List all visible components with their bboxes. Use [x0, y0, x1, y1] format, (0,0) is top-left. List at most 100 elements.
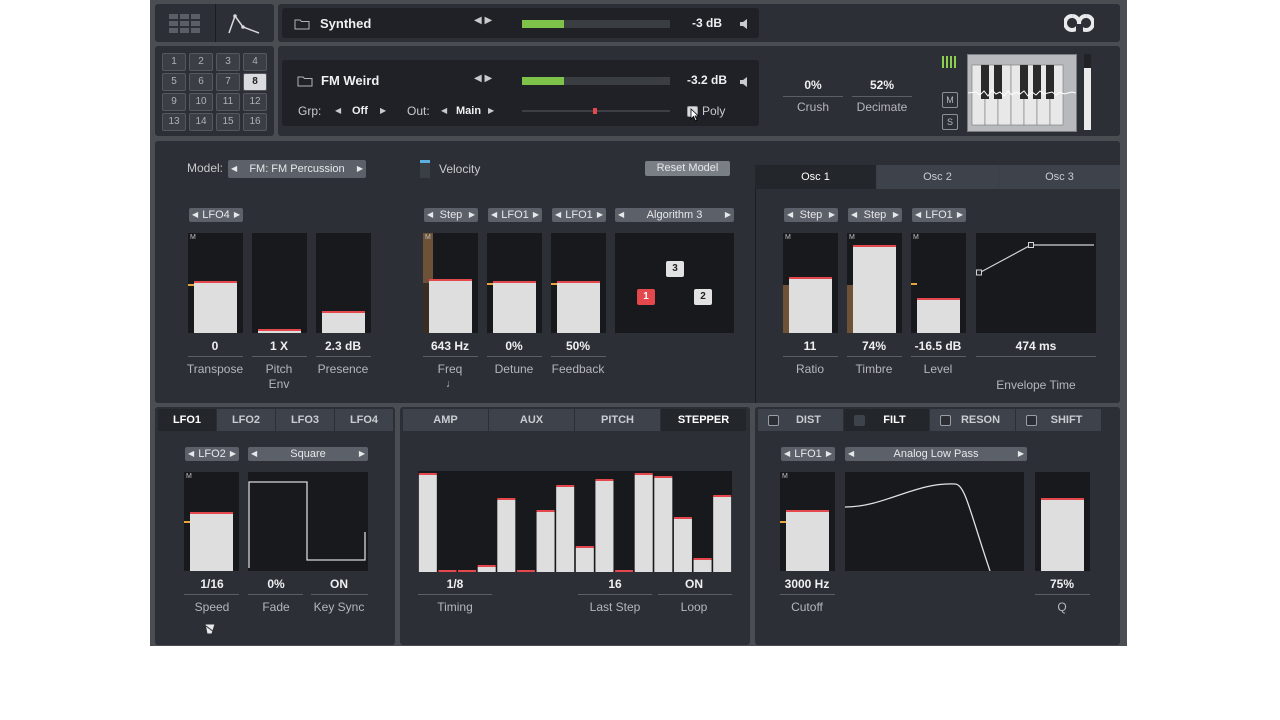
freq-mod-selector[interactable]: ◀ Step ▶ [424, 208, 478, 222]
transpose-value[interactable]: 0 [185, 339, 245, 353]
detune-mod-selector[interactable]: ◀ LFO1 ▶ [488, 208, 542, 222]
step-bar-15[interactable] [693, 560, 712, 572]
lfo-shape-display[interactable] [248, 472, 368, 571]
cutoff-slider[interactable]: M [780, 472, 835, 571]
pad-button-1[interactable]: 1 [162, 53, 186, 71]
step-bar-8[interactable] [556, 487, 575, 572]
tab-lfo1[interactable]: LFO1 [158, 409, 216, 431]
instrument-folder-icon[interactable] [297, 74, 313, 92]
model-selector[interactable]: ◀ FM: FM Percussion ▶ [228, 160, 366, 178]
last-step-value[interactable]: 16 [580, 577, 650, 591]
pitch-env-slider[interactable] [252, 233, 307, 333]
step-bar-14[interactable] [673, 519, 692, 572]
transpose-slider[interactable]: M [188, 233, 243, 333]
global-mod-selector[interactable]: ◀ LFO4 ▶ [189, 208, 243, 222]
presence-slider[interactable] [316, 233, 371, 333]
out-left-arrow[interactable]: ◀ [441, 106, 447, 115]
timbre-slider[interactable]: M [847, 233, 902, 333]
q-slider[interactable] [1035, 472, 1090, 571]
presence-value[interactable]: 2.3 dB [313, 339, 373, 353]
velocity-indicator-icon[interactable] [420, 160, 430, 178]
out-right-arrow[interactable]: ▶ [488, 106, 494, 115]
operator-2[interactable]: 2 [694, 289, 712, 305]
preset-prev-next-arrows[interactable]: ◀ ▶ [474, 15, 492, 26]
step-bar-13[interactable] [654, 478, 673, 572]
operator-3[interactable]: 3 [666, 261, 684, 277]
preset-name[interactable]: Synthed [320, 16, 371, 31]
grp-left-arrow[interactable]: ◀ [335, 106, 341, 115]
tab-osc-1[interactable]: Osc 1 [755, 165, 876, 189]
loop-value[interactable]: ON [659, 577, 729, 591]
tab-pitch[interactable]: PITCH [575, 409, 660, 431]
cutoff-value[interactable]: 3000 Hz [767, 577, 847, 591]
tab-filt[interactable]: FILT [844, 409, 929, 431]
lfo-fade-value[interactable]: 0% [241, 577, 311, 591]
pad-button-7[interactable]: 7 [216, 73, 240, 91]
step-bar-5[interactable] [497, 500, 516, 572]
instrument-name[interactable]: FM Weird [321, 73, 379, 88]
step-bar-1[interactable] [418, 475, 437, 572]
step-bar-9[interactable] [575, 548, 594, 572]
tab-dist-checkbox[interactable] [768, 415, 779, 426]
pad-button-6[interactable]: 6 [189, 73, 213, 91]
pad-button-9[interactable]: 9 [162, 93, 186, 111]
tab-lfo3[interactable]: LFO3 [276, 409, 334, 431]
tab-reson[interactable]: RESON [930, 409, 1015, 431]
envelope-view-icon[interactable] [227, 13, 261, 35]
feedback-slider[interactable] [551, 233, 606, 333]
tab-shift[interactable]: SHIFT [1016, 409, 1101, 431]
feedback-value[interactable]: 50% [543, 339, 613, 353]
pad-button-13[interactable]: 13 [162, 113, 186, 131]
grp-value[interactable]: Off [352, 105, 368, 117]
ratio-mod-selector[interactable]: ◀ Step ▶ [784, 208, 838, 222]
envelope-time-display[interactable] [976, 233, 1096, 333]
folder-icon[interactable] [294, 17, 310, 35]
solo-button[interactable]: S [942, 114, 958, 130]
tab-filt-checkbox[interactable] [854, 415, 865, 426]
algorithm-selector[interactable]: ◀ Algorithm 3 ▶ [615, 208, 734, 222]
tab-lfo4[interactable]: LFO4 [335, 409, 393, 431]
envelope-time-value[interactable]: 474 ms [996, 339, 1076, 353]
level-slider[interactable]: M [911, 233, 966, 333]
q-value[interactable]: 75% [1027, 577, 1097, 591]
timbre-value[interactable]: 74% [839, 339, 909, 353]
metronome-sync-icon[interactable] [204, 622, 216, 640]
speaker-icon[interactable] [739, 17, 751, 35]
timbre-mod-selector[interactable]: ◀ Step ▶ [848, 208, 902, 222]
lfo-speed-slider[interactable]: M [184, 472, 239, 571]
grid-view-icon[interactable] [169, 14, 201, 34]
step-bar-4[interactable] [477, 567, 496, 572]
note-sync-icon[interactable]: ♩ [446, 378, 457, 390]
pad-button-10[interactable]: 10 [189, 93, 213, 111]
instrument-prev-next-arrows[interactable]: ◀ ▶ [474, 73, 492, 84]
tab-dist[interactable]: DIST [758, 409, 843, 431]
filter-mod-selector[interactable]: ◀ LFO1 ▶ [781, 447, 835, 461]
lfo-mod-selector[interactable]: ◀ LFO2 ▶ [185, 447, 239, 461]
pad-button-11[interactable]: 11 [216, 93, 240, 111]
freq-value[interactable]: 643 Hz [415, 339, 485, 353]
tab-shift-checkbox[interactable] [1026, 415, 1037, 426]
level-mod-selector[interactable]: ◀ LFO1 ▶ [912, 208, 966, 222]
lfo-key-sync-value[interactable]: ON [304, 577, 374, 591]
step-bar-10[interactable] [595, 481, 614, 572]
pad-button-16[interactable]: 16 [243, 113, 267, 131]
out-value[interactable]: Main [456, 105, 481, 117]
step-bar-12[interactable] [634, 475, 653, 572]
filter-response-display[interactable] [844, 472, 1024, 572]
filter-type-selector[interactable]: ◀ Analog Low Pass ▶ [845, 447, 1027, 461]
tab-amp[interactable]: AMP [403, 409, 488, 431]
pad-button-2[interactable]: 2 [189, 53, 213, 71]
tab-osc-2[interactable]: Osc 2 [877, 165, 998, 189]
pan-slider[interactable] [522, 108, 670, 114]
step-bar-16[interactable] [713, 497, 732, 572]
pad-button-14[interactable]: 14 [189, 113, 213, 131]
pad-button-8[interactable]: 8 [243, 73, 267, 91]
crush-value[interactable]: 0% [778, 78, 848, 92]
grp-right-arrow[interactable]: ▶ [380, 106, 386, 115]
level-value[interactable]: -16.5 dB [903, 339, 973, 353]
step-bar-7[interactable] [536, 512, 555, 572]
instrument-speaker-icon[interactable] [739, 75, 751, 93]
timing-value[interactable]: 1/8 [420, 577, 490, 591]
tab-stepper[interactable]: STEPPER [661, 409, 746, 431]
pad-button-12[interactable]: 12 [243, 93, 267, 111]
